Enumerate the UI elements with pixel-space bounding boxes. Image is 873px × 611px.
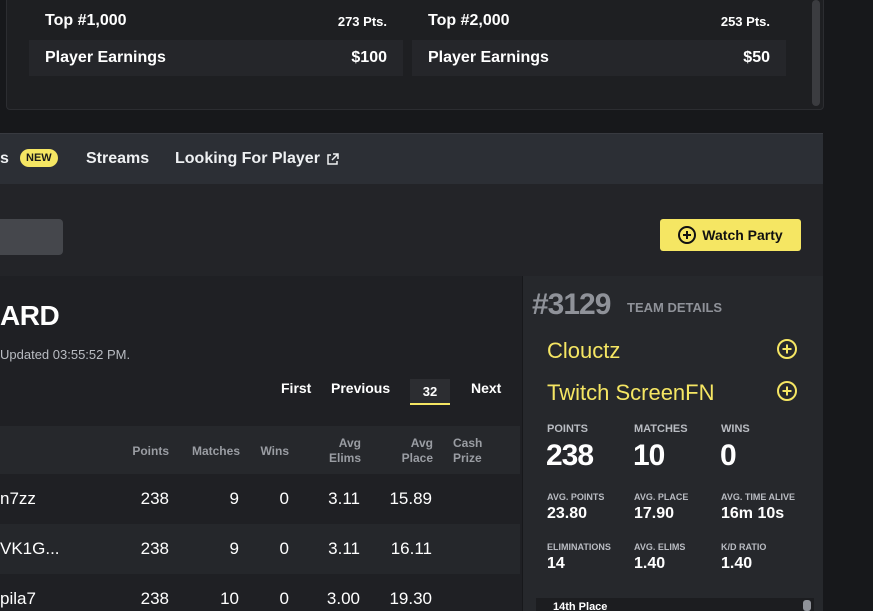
watch-party-label: Watch Party: [702, 227, 783, 243]
table-header: Points Matches Wins Avg Elims Avg Place …: [0, 426, 520, 474]
stat-wins-value: 0: [720, 439, 737, 472]
cell-wins: 0: [279, 539, 289, 558]
match-history-strip[interactable]: 14th Place: [536, 598, 814, 611]
earnings-label: Player Earnings: [428, 49, 549, 66]
col-avg-elims[interactable]: Avg Elims: [325, 436, 361, 466]
stat-avg-elims-label: AVG. ELIMS: [634, 542, 686, 552]
team-member[interactable]: Twitch ScreenFN: [547, 380, 715, 406]
tab-looking-for-player[interactable]: Looking For Player: [175, 150, 339, 168]
earnings-value: $100: [351, 49, 387, 66]
col-wins[interactable]: Wins: [250, 444, 289, 459]
cell-points: 238: [140, 539, 169, 558]
col-matches[interactable]: Matches: [180, 444, 240, 459]
tab-bar: s Streams Looking For Player: [0, 133, 823, 184]
table-row[interactable]: VK1G... 238 9 0 3.11 16.11: [0, 524, 520, 574]
cell-avg-place: 19.30: [389, 589, 432, 608]
payout-tier-points: 253 Pts.: [720, 13, 770, 29]
stat-matches-label: MATCHES: [634, 423, 688, 435]
search-field-partial[interactable]: [0, 219, 63, 255]
stat-avg-points-label: AVG. POINTS: [547, 492, 605, 502]
payout-tier-1000: Top #1,000 273 Pts.: [29, 3, 403, 39]
stat-avg-elims-value: 1.40: [634, 555, 666, 572]
cell-avg-elims: 3.00: [326, 589, 360, 608]
stat-avg-place-value: 17.90: [634, 505, 675, 522]
payout-tier-title: Top #2,000: [428, 12, 510, 29]
stat-matches-value: 10: [633, 439, 665, 472]
cell-avg-place: 16.11: [390, 539, 432, 558]
stat-avg-place-label: AVG. PLACE: [634, 492, 689, 502]
stat-avg-time-value: 16m 10s: [721, 505, 785, 522]
team-name[interactable]: pila7: [0, 589, 36, 609]
team-rank: #3129: [532, 288, 611, 321]
col-points[interactable]: Points: [124, 444, 169, 459]
cell-avg-elims: 3.11: [328, 539, 360, 558]
cell-matches: 9: [229, 489, 239, 508]
watch-party-button[interactable]: Watch Party: [660, 219, 801, 251]
cell-avg-place: 15.89: [389, 489, 432, 508]
team-scrollbar[interactable]: [803, 600, 811, 611]
table-row[interactable]: n7zz 238 9 0 3.11 15.89: [0, 474, 520, 524]
stat-elims-label: ELIMINATIONS: [547, 542, 611, 552]
col-cash-prize[interactable]: Cash Prize: [453, 436, 493, 466]
stat-points-label: POINTS: [547, 423, 588, 435]
action-row: Watch Party: [0, 184, 823, 276]
tab-partial[interactable]: s: [0, 150, 9, 168]
leaderboard: ARD Updated 03:55:52 PM. First Previous …: [0, 276, 522, 611]
payout-earnings-1000: Player Earnings $100: [29, 40, 403, 76]
updated-timestamp: Updated 03:55:52 PM.: [0, 347, 131, 362]
team-details-panel: #3129 TEAM DETAILS Clouctz Twitch Screen…: [523, 276, 823, 611]
stat-elims-value: 14: [547, 555, 565, 572]
team-details-label: TEAM DETAILS: [627, 300, 723, 315]
cell-points: 238: [140, 489, 169, 508]
pager-previous[interactable]: Previous: [331, 380, 390, 396]
payout-tier-title: Top #1,000: [45, 12, 127, 29]
stat-avg-points-value: 23.80: [547, 505, 588, 522]
payout-panel: Top #1,000 273 Pts. Player Earnings $100…: [6, 0, 824, 110]
cell-wins: 0: [279, 489, 289, 508]
new-badge: NEW: [20, 149, 58, 167]
earnings-label: Player Earnings: [45, 49, 166, 66]
cell-wins: 0: [279, 589, 289, 608]
cell-matches: 9: [229, 539, 239, 558]
stat-wins-label: WINS: [721, 423, 750, 435]
earnings-value: $50: [743, 49, 770, 66]
stat-kd-label: K/D RATIO: [721, 542, 767, 552]
cell-avg-elims: 3.11: [328, 489, 360, 508]
stat-points-value: 238: [546, 439, 594, 472]
payout-tier-2000: Top #2,000 253 Pts.: [412, 3, 786, 39]
team-member[interactable]: Clouctz: [547, 338, 620, 364]
tab-streams[interactable]: Streams: [86, 150, 149, 168]
add-member-icon[interactable]: [777, 381, 797, 401]
team-name[interactable]: n7zz: [0, 489, 36, 509]
payout-tier-points: 273 Pts.: [337, 13, 387, 29]
plus-circle-icon: [678, 226, 697, 244]
tab-label: Looking For Player: [175, 150, 320, 167]
stat-avg-time-label: AVG. TIME ALIVE: [721, 492, 796, 502]
pager-first[interactable]: First: [281, 380, 311, 396]
table-row[interactable]: pila7 238 10 0 3.00 19.30: [0, 574, 520, 611]
external-link-icon: [327, 152, 339, 165]
match-history-partial: 14th Place: [553, 601, 608, 611]
pager-next[interactable]: Next: [471, 380, 501, 396]
pager-current-page[interactable]: 32: [410, 379, 450, 405]
cell-points: 238: [140, 589, 169, 608]
leaderboard-title: ARD: [0, 300, 60, 331]
payout-scrollbar[interactable]: [812, 0, 820, 106]
col-avg-place[interactable]: Avg Place: [395, 436, 433, 466]
payout-earnings-2000: Player Earnings $50: [412, 40, 786, 76]
team-name[interactable]: VK1G...: [0, 539, 60, 559]
add-member-icon[interactable]: [777, 339, 797, 359]
cell-matches: 10: [220, 589, 239, 608]
stat-kd-value: 1.40: [721, 555, 753, 572]
